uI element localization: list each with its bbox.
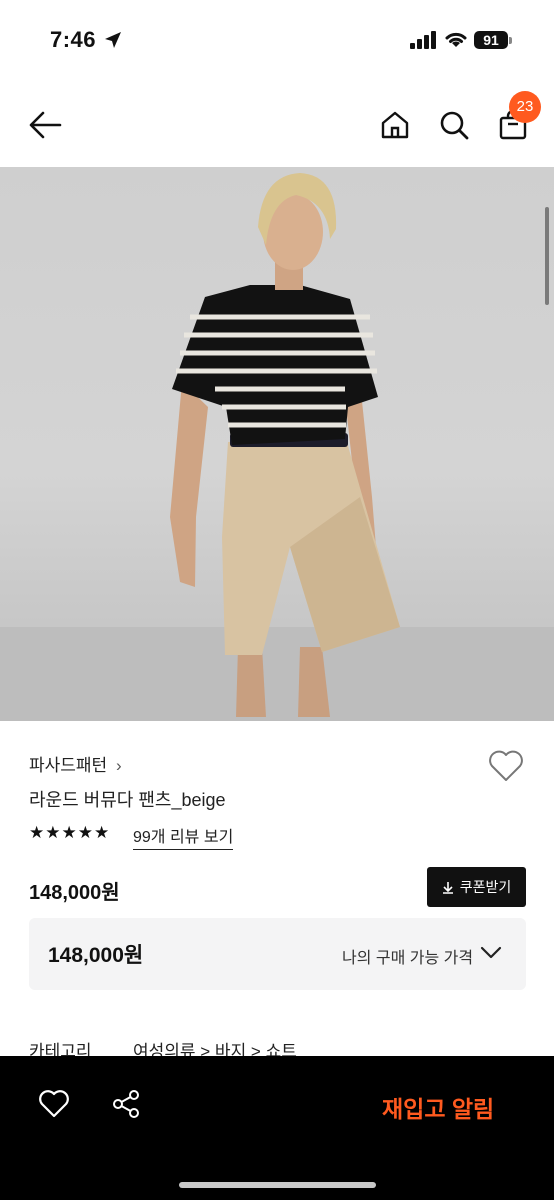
status-bar: 7:46 91: [0, 0, 554, 80]
battery-cap: [509, 37, 512, 44]
product-price: 148,000원: [29, 882, 120, 904]
battery-level: 91: [474, 31, 508, 49]
chevron-down-icon[interactable]: [480, 946, 502, 960]
location-arrow-icon: [105, 32, 121, 48]
home-icon[interactable]: [380, 110, 410, 140]
heart-icon[interactable]: [38, 1090, 70, 1118]
bottom-action-bar: [0, 1056, 554, 1200]
image-scrollbar[interactable]: [545, 207, 549, 305]
wishlist-heart-icon[interactable]: [488, 750, 524, 782]
brand-name: 파사드패턴: [29, 756, 108, 775]
share-icon[interactable]: [111, 1089, 141, 1119]
cart-count-badge: 23: [509, 91, 541, 123]
product-image[interactable]: [0, 167, 554, 721]
product-title: 라운드 버뮤다 팬츠_beige: [29, 790, 226, 810]
wifi-icon: [445, 32, 467, 47]
home-indicator[interactable]: [179, 1182, 376, 1188]
chevron-right-icon: ›: [115, 756, 122, 775]
status-time: 7:46: [50, 27, 97, 52]
product-photo-illustration: [0, 173, 554, 721]
back-arrow-icon[interactable]: [28, 110, 62, 140]
download-icon: [442, 881, 453, 894]
signal-icon: [410, 31, 436, 49]
coupon-button[interactable]: 쿠폰받기: [427, 867, 526, 907]
restock-alert-button[interactable]: 재입고 알림: [382, 1090, 494, 1124]
review-link[interactable]: 99개 리뷰 보기: [133, 823, 234, 850]
coupon-label: 쿠폰받기: [459, 879, 512, 895]
brand-link[interactable]: 파사드패턴 ›: [29, 751, 122, 776]
rating-stars-icon: ★★★★★: [29, 823, 111, 842]
my-price-value: 148,000원: [48, 944, 144, 967]
search-icon[interactable]: [439, 110, 469, 140]
my-price-label: 나의 구매 가능 가격: [342, 950, 474, 967]
